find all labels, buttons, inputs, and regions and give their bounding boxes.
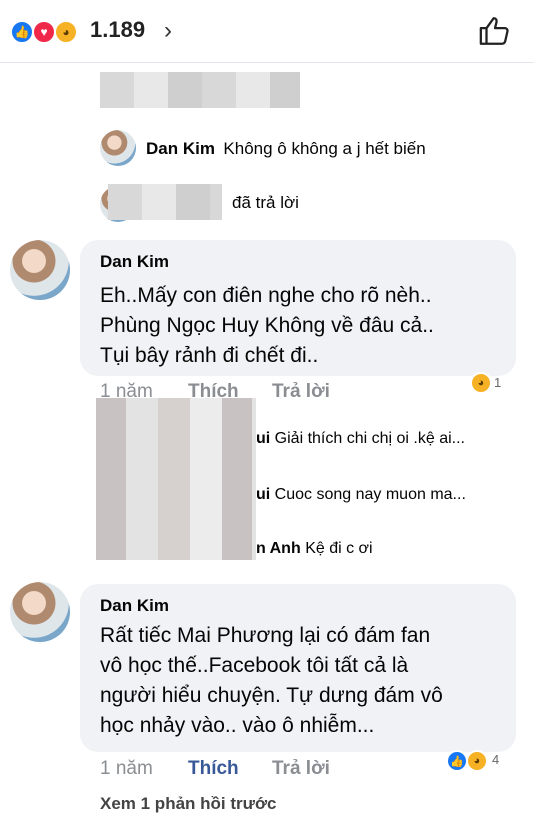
avatar[interactable] bbox=[10, 582, 70, 642]
replied-label[interactable]: đã trả lời bbox=[232, 193, 299, 213]
blurred-content bbox=[100, 72, 300, 108]
avatar[interactable] bbox=[10, 240, 70, 300]
thumbs-up-icon[interactable] bbox=[478, 14, 512, 53]
view-previous-replies-link[interactable]: Xem 1 phản hồi trước bbox=[100, 794, 276, 814]
comment-line: vô học thế..Facebook tôi tất cả là bbox=[100, 654, 409, 677]
comment-line: Eh..Mấy con điên nghe cho rõ nèh.. bbox=[100, 284, 432, 307]
blurred-content bbox=[108, 184, 222, 220]
like-icon: 👍 bbox=[10, 20, 34, 44]
avatar[interactable] bbox=[100, 130, 136, 166]
comment-line: người hiểu chuyện. Tự dưng đám vô bbox=[100, 684, 443, 707]
nested-reply-author[interactable]: n Anh bbox=[256, 540, 301, 557]
nested-reply-author[interactable]: ui bbox=[256, 486, 270, 503]
reply-author[interactable]: Dan Kim bbox=[146, 139, 215, 158]
love-icon: ♥ bbox=[32, 20, 56, 44]
haha-icon: ◕ bbox=[54, 20, 78, 44]
reply-button[interactable]: Trả lời bbox=[272, 381, 330, 403]
chevron-right-icon[interactable]: › bbox=[164, 17, 172, 45]
nested-reply-text: Cuoc song nay muon ma... bbox=[274, 486, 466, 503]
comment-reaction-count: 4 bbox=[492, 752, 500, 767]
haha-icon: ◕ bbox=[466, 750, 488, 772]
nested-reply-text: Giải thích chi chị oi .kệ ai... bbox=[274, 430, 465, 447]
reply-button[interactable]: Trả lời bbox=[272, 758, 330, 780]
like-icon: 👍 bbox=[446, 750, 468, 772]
reply-text: Không ô không a j hết biến bbox=[223, 139, 426, 158]
nested-reply[interactable]: ui Giải thích chi chị oi .kệ ai... bbox=[256, 430, 465, 448]
nested-reply-author[interactable]: ui bbox=[256, 430, 270, 447]
comment-author[interactable]: Dan Kim bbox=[100, 596, 169, 616]
divider bbox=[0, 62, 534, 63]
like-button[interactable]: Thích bbox=[188, 758, 239, 780]
comment-bubble: Dan Kim Eh..Mấy con điên nghe cho rõ nèh… bbox=[80, 240, 516, 376]
reaction-count: 1.189 bbox=[90, 17, 146, 42]
comment-line: Phùng Ngọc Huy Không về đâu cả.. bbox=[100, 314, 434, 337]
nested-reply[interactable]: n Anh Kệ đi c ơi bbox=[256, 540, 373, 558]
blurred-content bbox=[96, 398, 256, 560]
comment-line: học nhảy vào.. vào ô nhiễm... bbox=[100, 714, 375, 737]
comment-reaction-count: 1 bbox=[494, 375, 502, 390]
nested-reply[interactable]: ui Cuoc song nay muon ma... bbox=[256, 486, 466, 504]
comment-line: Tụi bây rảnh đi chết đi.. bbox=[100, 344, 319, 367]
nested-reply-text: Kệ đi c ơi bbox=[305, 540, 373, 557]
comment-author[interactable]: Dan Kim bbox=[100, 252, 169, 272]
comment-line: Rất tiếc Mai Phương lại có đám fan bbox=[100, 624, 431, 647]
reply-preview[interactable]: Dan Kim Không ô không a j hết biến bbox=[146, 139, 426, 159]
haha-icon: ◕ bbox=[470, 372, 492, 394]
reaction-summary-bar[interactable]: 👍 ♥ ◕ 1.189 › bbox=[0, 0, 534, 62]
comment-time[interactable]: 1 năm bbox=[100, 758, 153, 780]
comment-bubble: Dan Kim Rất tiếc Mai Phương lại có đám f… bbox=[80, 584, 516, 752]
